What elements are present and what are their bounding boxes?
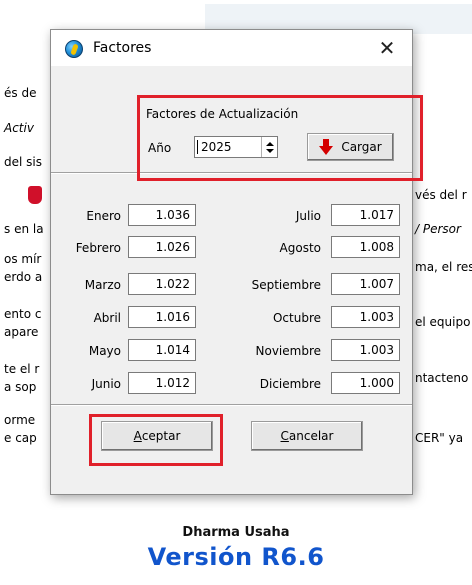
month-field[interactable]: 1.017 bbox=[331, 204, 400, 226]
factores-dialog: Factores ✕ Factores de Actualización Año… bbox=[50, 29, 413, 495]
factores-group: Factores de Actualización Año 2025 Carga… bbox=[140, 100, 413, 176]
year-spinner[interactable]: 2025 bbox=[194, 136, 278, 158]
bg-text: el equipo bbox=[415, 315, 471, 329]
bg-text: a sop bbox=[4, 380, 37, 394]
arrow-down-icon bbox=[319, 139, 334, 155]
bg-text: ma, el res bbox=[415, 260, 472, 274]
bg-text: apare bbox=[4, 325, 39, 339]
bg-text: és de bbox=[4, 86, 37, 100]
month-field[interactable]: 1.014 bbox=[128, 339, 196, 361]
group-title: Factores de Actualización bbox=[146, 107, 299, 121]
accept-label: ceptar bbox=[141, 429, 181, 443]
bg-text: orme bbox=[4, 413, 36, 427]
bg-text: del sis bbox=[4, 155, 42, 169]
month-field[interactable]: 1.026 bbox=[128, 236, 196, 258]
month-label: Septiembre bbox=[251, 278, 321, 292]
month-label: Enero bbox=[86, 209, 121, 223]
month-field[interactable]: 1.000 bbox=[331, 372, 400, 394]
spin-down-icon[interactable] bbox=[265, 148, 274, 153]
month-field[interactable]: 1.003 bbox=[331, 306, 400, 328]
bg-text: te el r bbox=[4, 362, 40, 376]
cancel-label: ancelar bbox=[288, 429, 334, 443]
month-label: Octubre bbox=[272, 311, 321, 325]
bg-text: / Persor bbox=[415, 222, 461, 236]
cancel-accelerator: C bbox=[280, 429, 289, 443]
bg-text: s en la bbox=[4, 222, 44, 236]
close-button[interactable]: ✕ bbox=[372, 34, 402, 62]
month-label: Febrero bbox=[75, 241, 121, 255]
month-field[interactable]: 1.012 bbox=[128, 372, 196, 394]
cancel-button[interactable]: Cancelar bbox=[251, 421, 363, 451]
month-label: Diciembre bbox=[259, 377, 321, 391]
month-field[interactable]: 1.022 bbox=[128, 273, 196, 295]
bg-text: CER" ya bbox=[415, 431, 464, 445]
bg-text: e cap bbox=[4, 431, 37, 445]
accept-accelerator: A bbox=[133, 429, 142, 443]
bg-text: ntacteno bbox=[415, 371, 469, 385]
year-value[interactable]: 2025 bbox=[197, 140, 261, 154]
spin-up-icon[interactable] bbox=[265, 141, 274, 146]
month-label: Agosto bbox=[279, 241, 321, 255]
month-field[interactable]: 1.016 bbox=[128, 306, 196, 328]
month-field[interactable]: 1.007 bbox=[331, 273, 400, 295]
month-label: Abril bbox=[93, 311, 121, 325]
dialog-titlebar[interactable]: Factores ✕ bbox=[51, 30, 412, 66]
month-field[interactable]: 1.008 bbox=[331, 236, 400, 258]
month-label: Mayo bbox=[88, 344, 121, 358]
separator bbox=[51, 172, 412, 173]
bg-text: ento c bbox=[4, 307, 42, 321]
year-label: Año bbox=[148, 141, 172, 155]
month-label: Junio bbox=[91, 377, 121, 391]
company-name: Dharma Usaha bbox=[182, 525, 290, 540]
load-button-label: Cargar bbox=[341, 140, 382, 154]
app-logo-icon bbox=[65, 40, 83, 58]
bg-text: erdo a bbox=[4, 270, 43, 284]
dialog-title: Factores bbox=[93, 40, 152, 56]
load-button[interactable]: Cargar bbox=[307, 133, 394, 161]
month-label: Noviembre bbox=[255, 344, 322, 358]
bg-text: Activ bbox=[4, 121, 34, 135]
version-label: Versión R6.6 bbox=[147, 543, 325, 571]
spin-buttons[interactable] bbox=[261, 137, 277, 157]
month-field[interactable]: 1.036 bbox=[128, 204, 196, 226]
month-label: Marzo bbox=[84, 278, 121, 292]
bg-text: vés del r bbox=[415, 188, 467, 202]
month-label: Julio bbox=[295, 209, 321, 223]
bg-text: os mír bbox=[4, 252, 42, 266]
month-field[interactable]: 1.003 bbox=[331, 339, 400, 361]
separator bbox=[51, 404, 412, 405]
coffee-cup-icon bbox=[28, 186, 42, 204]
accept-button[interactable]: Aceptar bbox=[101, 421, 213, 451]
